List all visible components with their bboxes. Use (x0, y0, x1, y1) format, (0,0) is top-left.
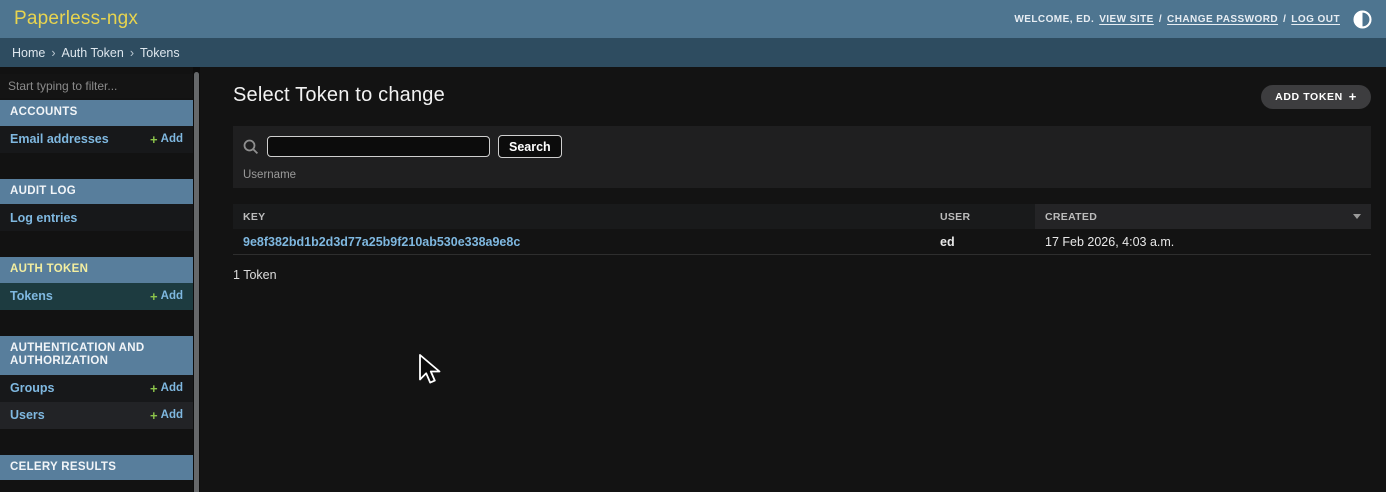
sidebar-module-auth-token: AUTH TOKEN Tokens + Add (0, 257, 193, 310)
sidebar-module-celery-results: CELERY RESULTS (0, 455, 193, 481)
column-header-user[interactable]: USER (930, 204, 1035, 229)
add-token-link[interactable]: + Add (150, 289, 183, 304)
sidebar-scrollbar-thumb[interactable] (194, 72, 199, 492)
sidebar-filter-input[interactable] (0, 74, 193, 98)
sidebar-module-auth-authorization: AUTHENTICATION AND AUTHORIZATION Groups … (0, 336, 193, 429)
sidebar-module-accounts: ACCOUNTS Email addresses + Add (0, 100, 193, 153)
breadcrumb-home[interactable]: Home (12, 46, 45, 60)
breadcrumb-current: Tokens (140, 46, 180, 60)
add-label: Add (161, 290, 183, 302)
main-content: Select Token to change ADD TOKEN + Searc… (200, 67, 1386, 492)
welcome-text: WELCOME, ED. (1014, 14, 1094, 25)
sidebar-module-audit-log: AUDIT LOG Log entries (0, 179, 193, 232)
sidebar-nav: ACCOUNTS Email addresses + Add AUDIT LOG… (0, 67, 200, 492)
tokens-link[interactable]: Tokens (10, 289, 53, 303)
brand-link[interactable]: Paperless-ngx (14, 8, 138, 30)
column-header-key[interactable]: KEY (233, 204, 930, 229)
sidebar-section-audit-log[interactable]: AUDIT LOG (0, 179, 193, 205)
link-separator: / (1283, 14, 1286, 25)
search-panel: Search Username (233, 126, 1371, 188)
sidebar-section-celery-results[interactable]: CELERY RESULTS (0, 455, 193, 481)
sidebar-section-auth-token[interactable]: AUTH TOKEN (0, 257, 193, 283)
breadcrumb-separator: › (130, 46, 134, 60)
link-separator: / (1159, 14, 1162, 25)
add-label: Add (161, 382, 183, 394)
sidebar-item-groups[interactable]: Groups + Add (0, 375, 193, 402)
plus-icon: + (150, 408, 158, 423)
breadcrumb-auth-token[interactable]: Auth Token (62, 46, 124, 60)
result-count: 1 Token (233, 268, 1371, 282)
email-addresses-link[interactable]: Email addresses (10, 132, 109, 146)
sidebar-item-users[interactable]: Users + Add (0, 402, 193, 429)
top-header-bar: Paperless-ngx WELCOME, ED. VIEW SITE / C… (0, 0, 1386, 38)
plus-icon: + (150, 289, 158, 304)
search-input[interactable] (267, 136, 490, 157)
sidebar-item-tokens[interactable]: Tokens + Add (0, 283, 193, 310)
user-tools: WELCOME, ED. VIEW SITE / CHANGE PASSWORD… (1014, 10, 1372, 29)
search-field-hint: Username (243, 169, 1361, 181)
sidebar-section-accounts[interactable]: ACCOUNTS (0, 100, 193, 126)
table-row: 9e8f382bd1b2d3d77a25b9f210ab530e338a9e8c… (233, 229, 1371, 255)
sidebar-section-auth-authorization[interactable]: AUTHENTICATION AND AUTHORIZATION (0, 336, 193, 375)
add-token-button-label: ADD TOKEN (1275, 91, 1343, 103)
sidebar-scrollbar-track[interactable] (193, 67, 200, 492)
add-group-link[interactable]: + Add (150, 381, 183, 396)
change-password-link[interactable]: CHANGE PASSWORD (1167, 14, 1278, 25)
log-entries-link[interactable]: Log entries (10, 211, 77, 225)
token-created-cell: 17 Feb 2026, 4:03 a.m. (1035, 235, 1371, 249)
log-out-link[interactable]: LOG OUT (1291, 14, 1340, 25)
add-email-address-link[interactable]: + Add (150, 132, 183, 147)
add-user-link[interactable]: + Add (150, 408, 183, 423)
plus-icon: + (1349, 92, 1357, 102)
column-header-created-label: CREATED (1045, 211, 1097, 223)
add-label: Add (161, 409, 183, 421)
admin-page: Paperless-ngx WELCOME, ED. VIEW SITE / C… (0, 0, 1386, 492)
column-header-created[interactable]: CREATED (1035, 204, 1371, 229)
users-link[interactable]: Users (10, 408, 45, 422)
add-label: Add (161, 133, 183, 145)
plus-icon: + (150, 381, 158, 396)
view-site-link[interactable]: VIEW SITE (1099, 14, 1154, 25)
search-button[interactable]: Search (498, 135, 562, 158)
tokens-table: KEY USER CREATED 9e8f382bd1b2d3d77a25b9f… (233, 204, 1371, 282)
add-token-button[interactable]: ADD TOKEN + (1261, 85, 1371, 109)
token-key-link[interactable]: 9e8f382bd1b2d3d77a25b9f210ab530e338a9e8c (243, 235, 520, 249)
sort-descending-icon[interactable] (1353, 214, 1361, 219)
breadcrumb: Home › Auth Token › Tokens (0, 38, 1386, 67)
token-key-cell: 9e8f382bd1b2d3d77a25b9f210ab530e338a9e8c (233, 235, 930, 249)
search-icon (243, 139, 259, 155)
sidebar-item-email-addresses[interactable]: Email addresses + Add (0, 126, 193, 153)
plus-icon: + (150, 132, 158, 147)
page-title: Select Token to change (233, 84, 445, 107)
sidebar-item-log-entries[interactable]: Log entries (0, 204, 193, 231)
token-user-cell: ed (930, 235, 1035, 249)
groups-link[interactable]: Groups (10, 381, 54, 395)
table-header-row: KEY USER CREATED (233, 204, 1371, 229)
theme-toggle-icon[interactable] (1353, 10, 1372, 29)
breadcrumb-separator: › (51, 46, 55, 60)
